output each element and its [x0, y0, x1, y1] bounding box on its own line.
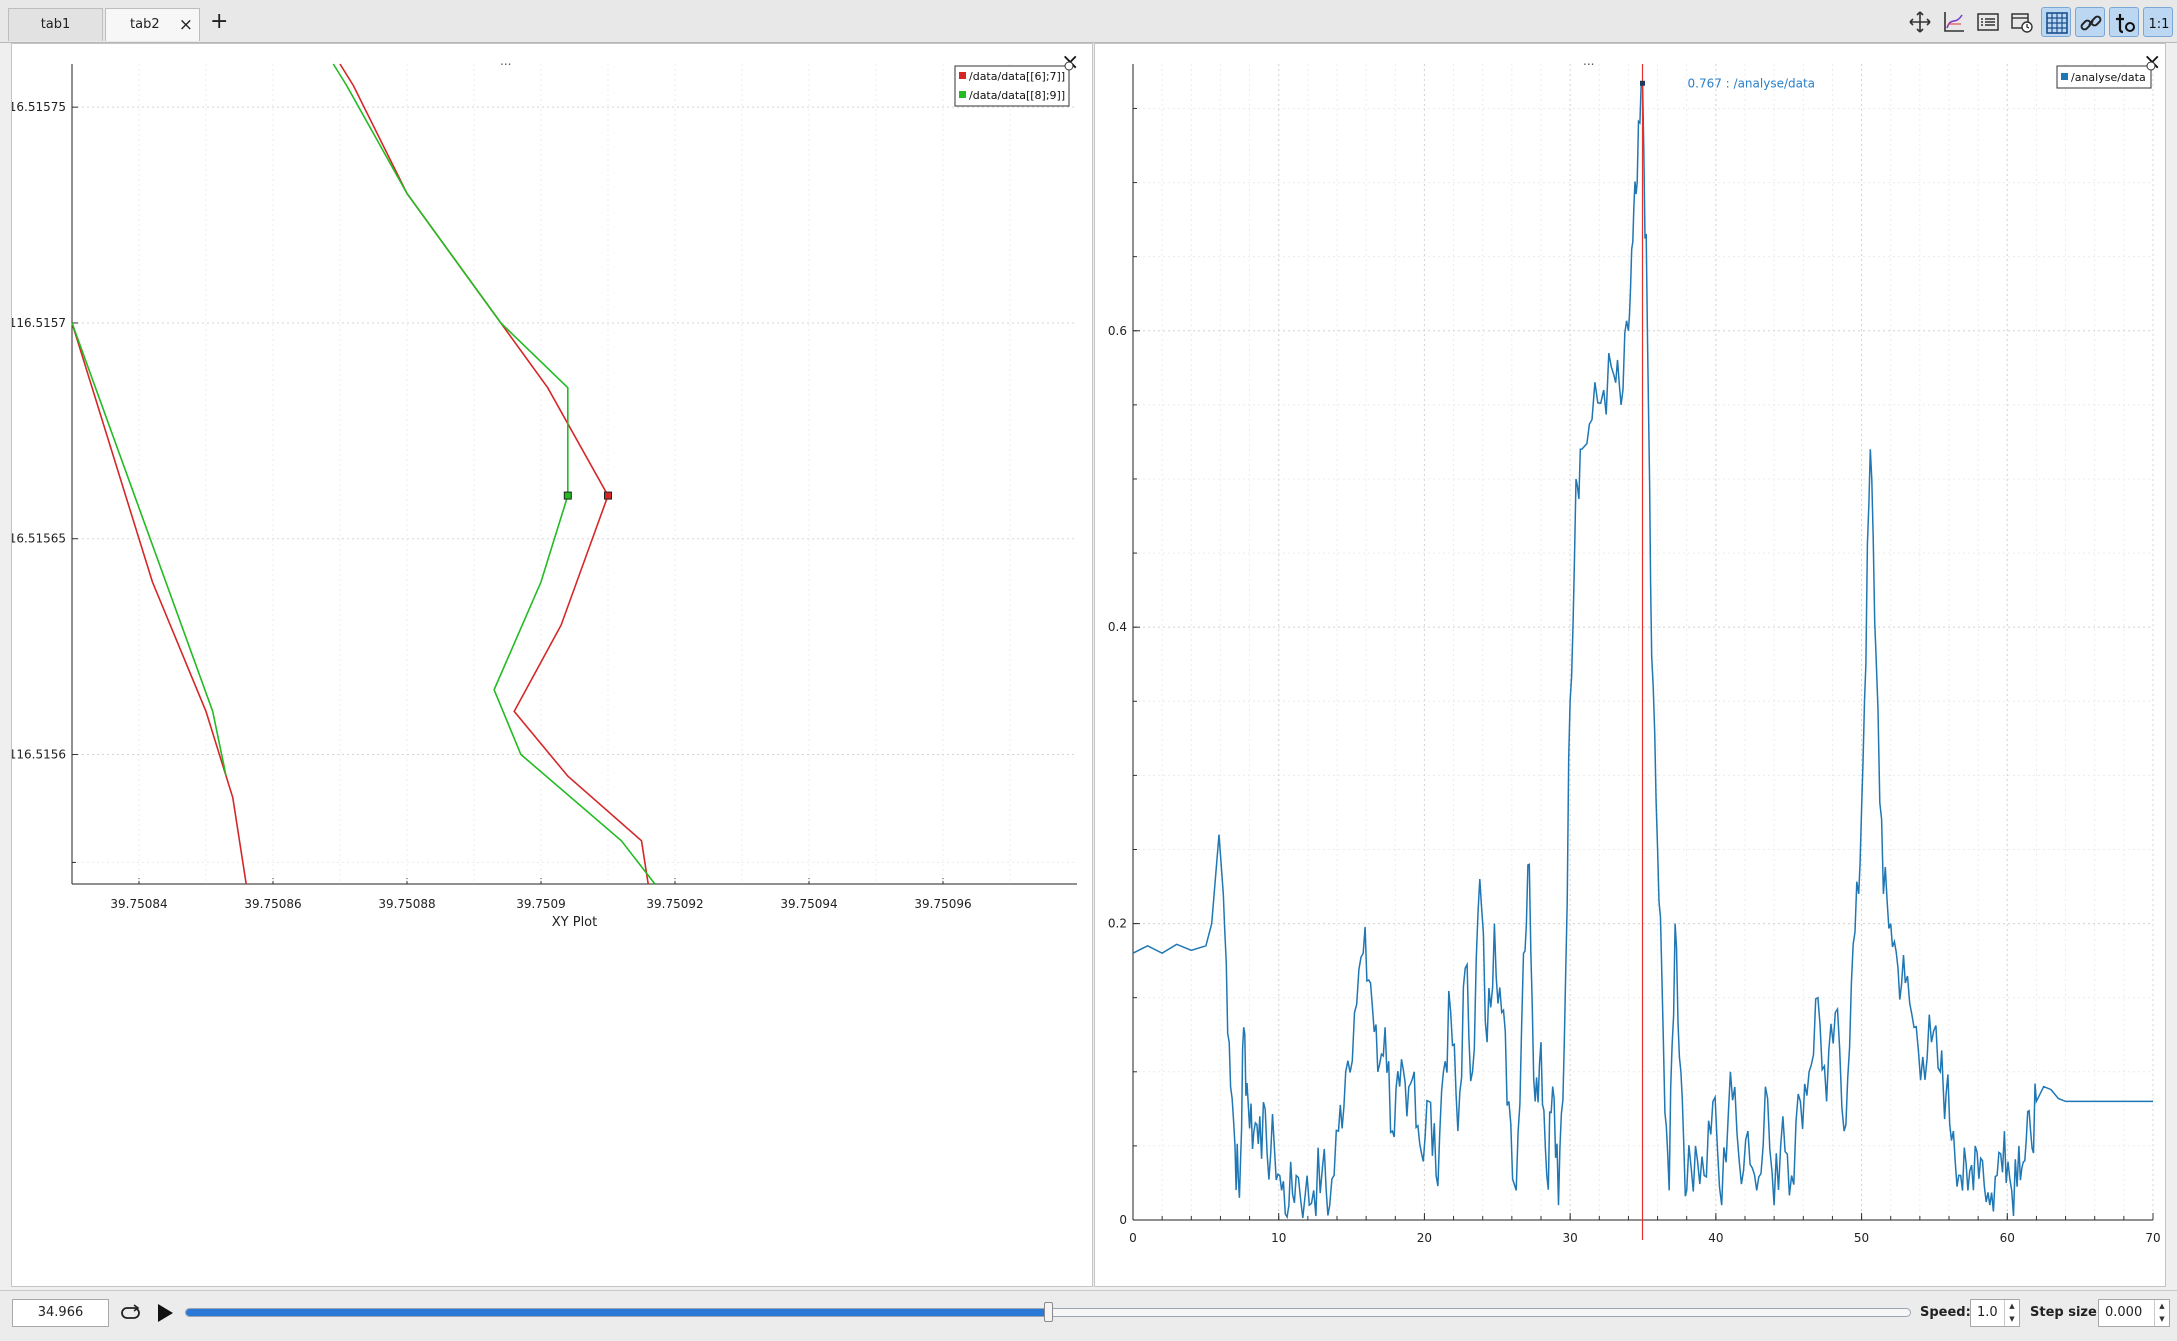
- y-tick-label: 116.5157: [12, 316, 66, 330]
- tab-1[interactable]: tab1: [8, 8, 103, 41]
- speed-spinbox[interactable]: 1.0 ▲ ▼: [1970, 1299, 2020, 1327]
- step-size-arrows[interactable]: ▲ ▼: [2154, 1300, 2169, 1326]
- x-tick-label: 39.75088: [378, 897, 435, 911]
- x-tick-label: 39.75084: [110, 897, 167, 911]
- legend-entry: /data/data[[6];7]]: [969, 70, 1065, 83]
- grid-icon[interactable]: [2041, 7, 2071, 37]
- legend-entry: /data/data[[8];9]]: [969, 89, 1065, 102]
- y-tick-label: 0.2: [1108, 917, 1127, 931]
- legend-entry: /analyse/data: [2071, 71, 2146, 84]
- y-tick-label: 0.6: [1108, 324, 1127, 338]
- x-tick-label: 40: [1708, 1231, 1723, 1245]
- loop-icon[interactable]: [120, 1303, 142, 1323]
- x-tick-label: 50: [1854, 1231, 1869, 1245]
- time-series-chart[interactable]: 0 10 20 30 40 50 60 70 0 0.2 0.4 0.6 0.767 : /analys…: [1095, 44, 2165, 1286]
- tab-bar: tab1 tab2 × + 1:1: [0, 0, 2177, 43]
- xy-series-line: [332, 63, 656, 885]
- time-offset-icon[interactable]: [2109, 7, 2139, 37]
- cursor-marker: [1640, 80, 1646, 86]
- xy-series-group: [71, 63, 656, 885]
- time-field[interactable]: 34.966: [12, 1299, 109, 1327]
- time-slider-handle[interactable]: [1044, 1302, 1053, 1322]
- legend-swatch: [2061, 73, 2068, 80]
- legend-swatch: [959, 72, 966, 79]
- x-axis-label: XY Plot: [552, 915, 597, 930]
- x-tick-label: 39.7509: [516, 897, 566, 911]
- move-icon[interactable]: [1905, 7, 1935, 37]
- step-size-spinbox[interactable]: 0.000 ▲ ▼: [2098, 1299, 2170, 1327]
- xy-series-line: [71, 322, 227, 777]
- time-series-icon[interactable]: [2007, 7, 2037, 37]
- x-tick-label: 70: [2145, 1231, 2160, 1245]
- xy-plot-panel[interactable]: ... × 39.7508439.7508639.7508839.750939.…: [11, 43, 1093, 1287]
- x-tick-label: 39.75096: [914, 897, 971, 911]
- xy-series-line: [339, 63, 649, 885]
- x-tick-label: 39.75086: [244, 897, 301, 911]
- legend-handle: [2146, 61, 2156, 71]
- step-size-label: Step size:: [2030, 1305, 2103, 1320]
- legend-handle: [1064, 61, 1074, 71]
- y-tick-label: 116.51575: [12, 100, 66, 114]
- add-tab-button[interactable]: +: [210, 10, 228, 34]
- time-series-panel[interactable]: ... × 01020304050607000.20.40.60.767 : /…: [1094, 43, 2166, 1287]
- current-position-marker: [604, 491, 612, 500]
- xy-series-line: [71, 322, 247, 885]
- tab-close-icon[interactable]: ×: [179, 9, 193, 41]
- current-position-marker: [563, 491, 572, 500]
- legend-icon[interactable]: [1973, 7, 2003, 37]
- legend-swatch: [959, 91, 966, 98]
- x-tick-label: 30: [1563, 1231, 1578, 1245]
- aspect-ratio-label: 1:1: [2149, 17, 2170, 32]
- x-tick-label: 60: [2000, 1231, 2015, 1245]
- aspect-ratio-icon[interactable]: 1:1: [2143, 7, 2173, 37]
- play-button[interactable]: [155, 1301, 175, 1325]
- x-tick-label: 0: [1129, 1231, 1137, 1245]
- y-tick-label: 0: [1119, 1213, 1127, 1227]
- speed-value: 1.0: [1977, 1305, 1998, 1320]
- x-tick-label: 20: [1417, 1231, 1432, 1245]
- zoom-fit-icon[interactable]: [1939, 7, 1969, 37]
- y-tick-label: 116.51565: [12, 532, 66, 546]
- step-size-value: 0.000: [2105, 1305, 2143, 1320]
- xy-plot-chart[interactable]: 39.75084 39.75086 39.75088 39.7509 39.75092 3…: [12, 44, 1092, 1286]
- speed-arrows[interactable]: ▲ ▼: [2004, 1300, 2019, 1326]
- x-tick-label: 10: [1271, 1231, 1286, 1245]
- x-tick-label: 39.75094: [780, 897, 837, 911]
- x-tick-label: 39.75092: [646, 897, 703, 911]
- y-tick-label: 0.4: [1108, 620, 1127, 634]
- playback-bar: 34.966 Speed: 1.0 ▲ ▼ Step size: 0.000 ▲ ▼: [0, 1290, 2177, 1341]
- cursor-value-label: 0.767 : /analyse/data: [1688, 76, 1816, 90]
- link-icon[interactable]: [2075, 7, 2105, 37]
- speed-label: Speed:: [1920, 1305, 1971, 1320]
- tab-2[interactable]: tab2 ×: [105, 8, 200, 41]
- tab-1-label: tab1: [40, 17, 71, 32]
- y-tick-label: 116.5156: [12, 748, 66, 762]
- time-slider-fill: [186, 1309, 1048, 1316]
- tab-2-label: tab2: [130, 17, 160, 32]
